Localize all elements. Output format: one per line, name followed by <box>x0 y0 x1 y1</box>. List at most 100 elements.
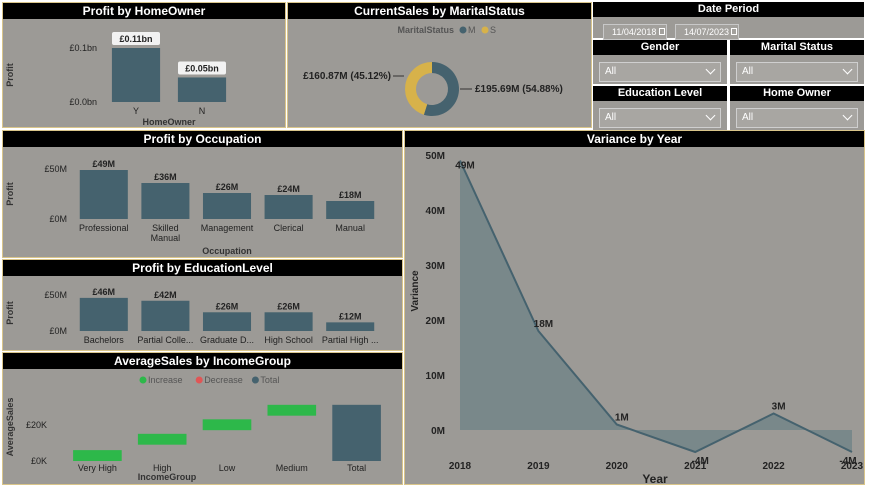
income-chart: Increase Decrease Total £0K £20K AverageSales… <box>5 375 381 482</box>
education-level-dropdown[interactable]: All <box>599 108 721 128</box>
data-label: £0.11bn <box>119 34 152 44</box>
data-label: 18M <box>534 319 553 330</box>
marital-status-title: Marital Status <box>730 40 864 55</box>
date-period-title: Date Period <box>593 2 864 17</box>
bar <box>202 312 252 331</box>
x-tick-label: Total <box>347 463 366 473</box>
y-tick-label: £50M <box>44 290 67 300</box>
legend-title: MaritalStatus <box>397 25 454 35</box>
x-tick-label: 2018 <box>449 461 472 472</box>
data-label: £0.05bn <box>185 63 219 73</box>
x-tick-label: Clerical <box>274 223 304 233</box>
data-label: 49M <box>455 161 474 172</box>
marital-status-value: All <box>742 66 754 77</box>
homeowner-panel: Profit by HomeOwner £0.0bn £0.1bn Profit £0… <box>2 2 286 128</box>
y-tick-label: £0M <box>49 326 67 336</box>
chevron-down-icon <box>842 110 853 121</box>
data-label: £26M <box>216 182 239 192</box>
y-axis-title: Profit <box>5 301 15 325</box>
data-label: £26M <box>216 301 239 311</box>
x-tick-label: 2022 <box>762 461 785 472</box>
legend-label: Decrease <box>204 375 243 385</box>
end-date-input[interactable]: 14/07/2023 <box>675 24 739 40</box>
start-date-input[interactable]: 11/04/2018 <box>603 24 667 40</box>
x-axis-title: Occupation <box>202 246 252 256</box>
y-tick-label: 10M <box>426 371 445 382</box>
y-tick-label: 30M <box>426 261 445 272</box>
bar <box>202 193 252 219</box>
occupation-chart: £0M £50M Profit £49M Professional £36M Skilled… <box>5 159 375 256</box>
x-tick-label: Manual <box>151 233 181 243</box>
x-tick-label: 2021 <box>684 461 707 472</box>
data-label: 1M <box>615 413 629 424</box>
data-label: £46M <box>93 287 116 297</box>
marital-chart: MaritalStatus M S £195.69M (54.88%) £160.87M… <box>303 25 563 116</box>
y-tick-label: £0M <box>49 214 67 224</box>
x-tick-label: Medium <box>276 463 308 473</box>
waterfall-bar <box>202 419 252 431</box>
bar <box>79 297 128 331</box>
data-label: £12M <box>339 311 362 321</box>
legend-marker <box>481 26 489 34</box>
x-tick-label: Partial Colle... <box>137 335 193 345</box>
x-tick-label: Management <box>201 223 254 233</box>
x-tick-label: High School <box>264 335 313 345</box>
y-tick-label: 50M <box>426 151 445 162</box>
data-label: 3M <box>772 402 786 413</box>
gender-dropdown[interactable]: All <box>599 62 721 82</box>
marital-panel: CurrentSales by MaritalStatus MaritalSta… <box>287 2 592 128</box>
x-tick-label: 2019 <box>527 461 550 472</box>
x-tick-label: Low <box>219 463 236 473</box>
x-tick-label: Very High <box>78 463 117 473</box>
marital-status-dropdown[interactable]: All <box>736 62 858 82</box>
x-tick-label: Professional <box>79 223 129 233</box>
date-period-slicer: Date Period 11/04/2018 14/07/2023 <box>593 2 864 40</box>
legend-label: Total <box>260 375 279 385</box>
x-tick-label: Partial High ... <box>322 335 379 345</box>
home-owner-dropdown[interactable]: All <box>736 108 858 128</box>
slice-label: £195.69M (54.88%) <box>475 84 563 95</box>
y-axis-title: Profit <box>5 63 15 87</box>
bar <box>326 322 375 331</box>
legend-marker <box>139 376 147 384</box>
education-panel: Profit by EducationLevel £0M £50M Profit £4… <box>2 259 403 351</box>
y-tick-label: 40M <box>426 206 445 217</box>
homeowner-chart: £0.0bn £0.1bn Profit £0.11bn Y £0.05bn NHomeOw… <box>5 32 227 127</box>
area-fill <box>460 160 852 452</box>
slice-label: £160.87M (45.12%) <box>303 71 391 82</box>
x-tick-label: N <box>199 106 206 116</box>
bar <box>141 300 190 331</box>
income-panel: AverageSales by IncomeGroup Increase Decr… <box>2 352 403 485</box>
gender-title: Gender <box>593 40 727 55</box>
x-axis-title: Year <box>642 472 668 485</box>
variance-panel: Variance by Year 0M 10M 20M 30M 40M 50M Varian… <box>404 130 865 485</box>
legend-label: M <box>468 25 476 35</box>
bar <box>264 312 313 331</box>
data-label: £42M <box>154 290 177 300</box>
data-label: £36M <box>154 172 177 182</box>
bar <box>177 77 227 102</box>
y-axis-title: AverageSales <box>5 398 15 457</box>
legend-label: Increase <box>148 375 183 385</box>
y-tick-label: 0M <box>431 426 445 437</box>
waterfall-bar <box>73 450 122 461</box>
marital-status-slicer: Marital Status All <box>730 40 864 84</box>
variance-chart: 0M 10M 20M 30M 40M 50M Variance 49M 2018 18M 2019 1… <box>410 151 864 485</box>
gender-value: All <box>605 66 617 77</box>
gender-slicer: Gender All <box>593 40 727 84</box>
bar <box>326 201 375 219</box>
start-calendar-icon[interactable] <box>659 28 665 35</box>
y-tick-label: 20M <box>426 316 445 327</box>
legend-marker <box>251 376 259 384</box>
end-calendar-icon[interactable] <box>731 28 737 35</box>
y-tick-label: £0.0bn <box>69 97 97 107</box>
bar <box>141 183 190 219</box>
education-chart: £0M £50M Profit £46M Bachelors £42M Partial Co… <box>5 287 379 345</box>
home-owner-value: All <box>742 112 754 123</box>
chevron-down-icon <box>705 64 716 75</box>
legend-marker <box>195 376 203 384</box>
data-label: £24M <box>277 184 300 194</box>
legend-label: S <box>490 25 496 35</box>
start-date-value: 11/04/2018 <box>612 27 657 37</box>
home-owner-title: Home Owner <box>730 86 864 101</box>
